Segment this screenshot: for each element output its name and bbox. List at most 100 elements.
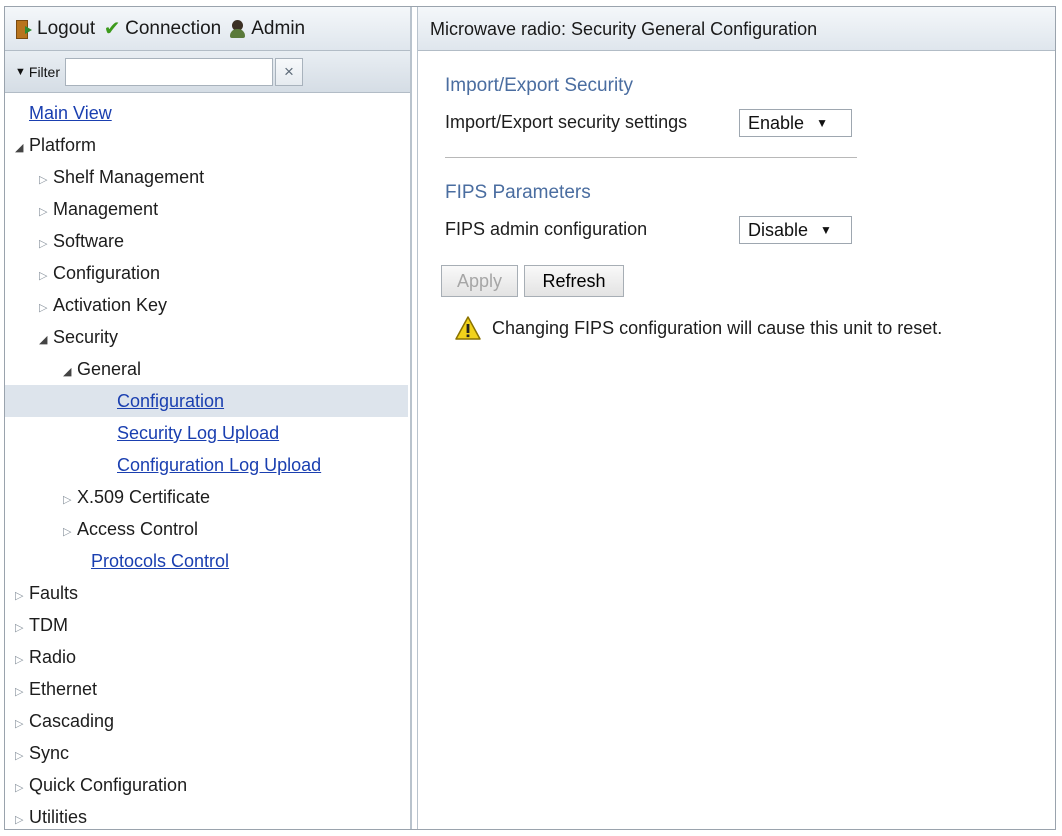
collapsed-arrow-icon[interactable]: ▷	[39, 292, 53, 324]
page-title: Microwave radio: Security General Config…	[418, 7, 1055, 51]
tree-item-label: Access Control	[77, 519, 199, 539]
tree-item-quick-configuration[interactable]: ▷ Quick Configuration	[5, 769, 408, 801]
content-panel: Microwave radio: Security General Config…	[417, 7, 1055, 829]
expanded-arrow-icon[interactable]: ◢	[39, 324, 53, 356]
tree-item-cascading[interactable]: ▷ Cascading	[5, 705, 408, 737]
tree-item-utilities[interactable]: ▷ Utilities	[5, 801, 408, 833]
fips-section-title: FIPS Parameters	[445, 182, 591, 203]
collapsed-arrow-icon[interactable]: ▷	[15, 612, 29, 644]
import-export-section-title: Import/Export Security	[445, 75, 633, 96]
fips-admin-select[interactable]: Disable ▼	[739, 216, 852, 244]
fips-admin-label: FIPS admin configuration	[445, 219, 648, 239]
filter-bar: ▼ Filter ×	[5, 51, 410, 93]
tree-item-label: Cascading	[29, 711, 115, 731]
collapsed-arrow-icon[interactable]: ▷	[15, 740, 29, 772]
tree-item-general[interactable]: ◢ General	[5, 353, 408, 385]
collapsed-arrow-icon[interactable]: ▷	[15, 580, 29, 612]
collapsed-arrow-icon[interactable]: ▷	[15, 804, 29, 836]
tree-item-label: Utilities	[29, 807, 88, 827]
expanded-arrow-icon[interactable]: ◢	[63, 356, 77, 388]
dropdown-arrow-icon: ▼	[816, 116, 828, 130]
tree-item-label: Ethernet	[29, 679, 98, 699]
collapsed-arrow-icon[interactable]: ▷	[39, 228, 53, 260]
warning-icon	[455, 316, 481, 340]
triangle-down-icon: ▼	[15, 65, 26, 78]
close-icon: ×	[284, 61, 294, 81]
collapsed-arrow-icon[interactable]: ▷	[63, 484, 77, 516]
import-export-label: Import/Export security settings	[445, 112, 688, 132]
tree-item-label: Security Log Upload	[117, 423, 280, 443]
tree-item-label: Sync	[29, 743, 70, 763]
tree-item-main-view[interactable]: Main View	[5, 97, 408, 129]
connection-label: Connection	[125, 17, 222, 39]
tree-item-label: TDM	[29, 615, 68, 635]
apply-button[interactable]: Apply	[441, 265, 518, 297]
section-divider	[445, 157, 857, 158]
tree-item-label: Quick Configuration	[29, 775, 188, 795]
tree-item-security-log-upload[interactable]: Security Log Upload	[5, 417, 408, 449]
tree-item-label: Main View	[29, 103, 112, 123]
filter-toggle[interactable]: ▼ Filter	[15, 64, 60, 80]
clear-filter-button[interactable]: ×	[275, 57, 304, 86]
tree-item-security[interactable]: ◢ Security	[5, 321, 408, 353]
fips-admin-value: Disable	[748, 220, 809, 240]
tree-item-label: Software	[53, 231, 125, 251]
filter-input[interactable]	[65, 57, 274, 86]
admin-button[interactable]: Admin	[229, 18, 305, 40]
tree-item-label: Platform	[29, 135, 97, 155]
tree-item-activation-key[interactable]: ▷ Activation Key	[5, 289, 408, 321]
tree-item-sync[interactable]: ▷ Sync	[5, 737, 408, 769]
tree-item-x509-certificate[interactable]: ▷ X.509 Certificate	[5, 481, 408, 513]
import-export-select[interactable]: Enable ▼	[739, 109, 852, 137]
fips-warning: Changing FIPS configuration will cause t…	[454, 315, 942, 341]
tree-item-configuration[interactable]: ▷ Configuration	[5, 257, 408, 289]
tree-item-management[interactable]: ▷ Management	[5, 193, 408, 225]
tree-item-ethernet[interactable]: ▷ Ethernet	[5, 673, 408, 705]
tree-item-label: Management	[53, 199, 159, 219]
tree-item-access-control[interactable]: ▷ Access Control	[5, 513, 408, 545]
tree-item-label: Activation Key	[53, 295, 168, 315]
logout-button[interactable]: Logout	[15, 18, 95, 40]
tree-item-label: Configuration	[53, 263, 161, 283]
collapsed-arrow-icon[interactable]: ▷	[15, 708, 29, 740]
tree-item-general-configuration[interactable]: Configuration	[5, 385, 408, 417]
tree-item-label: Shelf Management	[53, 167, 205, 187]
connection-button[interactable]: ✔ Connection	[103, 17, 222, 40]
tree-item-configuration-log-upload[interactable]: Configuration Log Upload	[5, 449, 408, 481]
tree-item-protocols-control[interactable]: Protocols Control	[5, 545, 408, 577]
tree-item-shelf-management[interactable]: ▷ Shelf Management	[5, 161, 408, 193]
collapsed-arrow-icon[interactable]: ▷	[39, 164, 53, 196]
collapsed-arrow-icon[interactable]: ▷	[15, 644, 29, 676]
admin-label: Admin	[251, 17, 306, 39]
dropdown-arrow-icon: ▼	[820, 223, 832, 237]
tree-item-radio[interactable]: ▷ Radio	[5, 641, 408, 673]
logout-label: Logout	[37, 17, 96, 39]
tree-item-label: Faults	[29, 583, 79, 603]
user-icon	[229, 19, 247, 39]
app-frame: Logout ✔ Connection Admin ▼ Filter × Mai…	[4, 6, 1056, 830]
tree-item-label: Protocols Control	[91, 551, 230, 571]
tree-item-tdm[interactable]: ▷ TDM	[5, 609, 408, 641]
logout-icon	[15, 19, 33, 39]
collapsed-arrow-icon[interactable]: ▷	[15, 676, 29, 708]
warning-text: Changing FIPS configuration will cause t…	[492, 317, 943, 338]
filter-label: Filter	[28, 63, 61, 80]
navigation-panel: Logout ✔ Connection Admin ▼ Filter × Mai…	[5, 7, 412, 829]
tree-item-label: Configuration Log Upload	[117, 455, 322, 475]
tree-item-label: X.509 Certificate	[77, 487, 211, 507]
tree-item-platform[interactable]: ◢ Platform	[5, 129, 408, 161]
collapsed-arrow-icon[interactable]: ▷	[15, 772, 29, 804]
nav-toolbar: Logout ✔ Connection Admin	[5, 7, 410, 51]
collapsed-arrow-icon[interactable]: ▷	[39, 196, 53, 228]
import-export-value: Enable	[748, 113, 805, 133]
expanded-arrow-icon[interactable]: ◢	[15, 132, 29, 164]
tree-item-label: Security	[53, 327, 119, 347]
tree-item-software[interactable]: ▷ Software	[5, 225, 408, 257]
refresh-button[interactable]: Refresh	[524, 265, 624, 297]
tree-item-label: Configuration	[117, 391, 225, 411]
tree-item-faults[interactable]: ▷ Faults	[5, 577, 408, 609]
collapsed-arrow-icon[interactable]: ▷	[39, 260, 53, 292]
tree-item-label: General	[77, 359, 142, 379]
collapsed-arrow-icon[interactable]: ▷	[63, 516, 77, 548]
tree-item-label: Radio	[29, 647, 77, 667]
